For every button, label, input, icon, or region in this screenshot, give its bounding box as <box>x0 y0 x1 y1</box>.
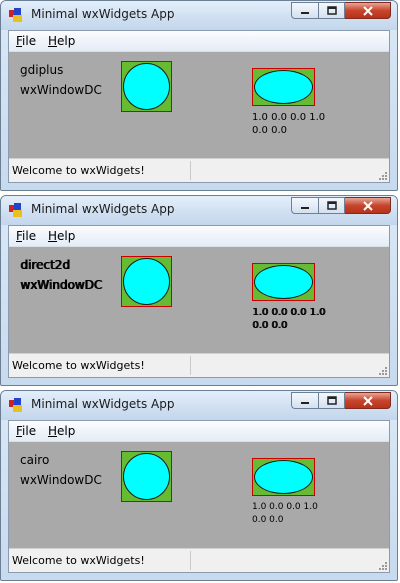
maximize-icon <box>326 395 337 405</box>
menu-bar: File Help <box>9 226 389 247</box>
size-grip-icon[interactable] <box>379 172 387 180</box>
minimize-icon <box>301 11 309 14</box>
minimize-button[interactable] <box>291 2 318 19</box>
circle-shape <box>121 451 172 502</box>
close-icon <box>362 395 373 406</box>
matrix-line-1: 1.0 0.0 0.0 1.0 <box>252 112 326 123</box>
renderer-label: direct2d <box>20 258 70 272</box>
circle-fill <box>123 63 170 110</box>
dc-type-label: wxWindowDC <box>20 473 102 487</box>
minimize-button[interactable] <box>291 392 318 409</box>
close-button[interactable] <box>345 2 391 19</box>
drawing-canvas: gdiplus wxWindowDC 1.0 0.0 0.0 1.0 0.0 0… <box>9 52 389 160</box>
maximize-icon <box>326 5 337 15</box>
ellipse-fill <box>254 460 313 494</box>
menu-help-accel: H <box>48 34 58 48</box>
status-bar: Welcome to wxWidgets! <box>9 353 389 377</box>
renderer-label: gdiplus <box>20 63 64 77</box>
app-window-direct2d: Minimal wxWidgets App File Help direct2d… <box>0 195 398 386</box>
ellipse-fill <box>254 265 313 299</box>
title-bar[interactable]: Minimal wxWidgets App <box>1 196 397 225</box>
transform-matrix-text: 1.0 0.0 0.0 1.0 0.0 0.0 <box>252 501 352 527</box>
window-title: Minimal wxWidgets App <box>31 7 175 21</box>
ellipse-shape <box>252 458 315 496</box>
client-area: File Help gdiplus wxWindowDC 1.0 0.0 0.0… <box>8 30 390 183</box>
ellipse-fill <box>254 70 313 104</box>
menu-help-label: elp <box>57 34 76 48</box>
drawing-canvas: direct2d wxWindowDC 1.0 0.0 0.0 1.0 0.0 … <box>9 247 389 355</box>
ellipse-shape <box>252 263 315 301</box>
status-text: Welcome to wxWidgets! <box>12 359 145 372</box>
app-icon <box>9 398 22 412</box>
menu-bar: File Help <box>9 31 389 52</box>
app-icon <box>9 203 22 217</box>
menu-help-accel: H <box>48 424 58 438</box>
status-bar: Welcome to wxWidgets! <box>9 158 389 182</box>
minimize-button[interactable] <box>291 197 318 214</box>
transform-matrix-text: 1.0 0.0 0.0 1.0 0.0 0.0 <box>252 111 352 137</box>
circle-shape <box>121 256 172 307</box>
title-bar[interactable]: Minimal wxWidgets App <box>1 1 397 30</box>
menu-help[interactable]: Help <box>48 34 75 48</box>
menu-help[interactable]: Help <box>48 424 75 438</box>
status-separator <box>190 356 191 375</box>
ellipse-shape <box>252 68 315 106</box>
client-area: File Help cairo wxWindowDC 1.0 0.0 0.0 1… <box>8 420 390 573</box>
maximize-button[interactable] <box>318 2 345 19</box>
menu-file[interactable]: File <box>16 229 36 243</box>
matrix-line-1: 1.0 0.0 0.0 1.0 <box>252 502 318 512</box>
menu-help-label: elp <box>57 229 76 243</box>
menu-file-label: ile <box>22 34 37 48</box>
matrix-line-2: 0.0 0.0 <box>252 320 287 331</box>
circle-fill <box>123 453 170 500</box>
close-button[interactable] <box>345 197 391 214</box>
menu-help-accel: H <box>48 229 58 243</box>
maximize-button[interactable] <box>318 197 345 214</box>
renderer-label: cairo <box>20 453 50 467</box>
matrix-line-1: 1.0 0.0 0.0 1.0 <box>252 307 326 318</box>
minimize-icon <box>301 401 309 404</box>
menu-file-label: ile <box>22 424 37 438</box>
title-bar[interactable]: Minimal wxWidgets App <box>1 391 397 420</box>
client-area: File Help direct2d wxWindowDC 1.0 0.0 0.… <box>8 225 390 378</box>
status-separator <box>190 551 191 570</box>
close-icon <box>362 5 373 16</box>
menu-file-label: ile <box>22 229 37 243</box>
minimize-icon <box>301 206 309 209</box>
size-grip-icon[interactable] <box>379 562 387 570</box>
status-bar: Welcome to wxWidgets! <box>9 548 389 572</box>
circle-shape <box>121 61 172 112</box>
app-window-cairo: Minimal wxWidgets App File Help cairo wx… <box>0 390 398 581</box>
dc-type-label: wxWindowDC <box>20 83 102 97</box>
menu-help[interactable]: Help <box>48 229 75 243</box>
close-icon <box>362 200 373 211</box>
transform-matrix-text: 1.0 0.0 0.0 1.0 0.0 0.0 <box>252 306 352 332</box>
menu-file[interactable]: File <box>16 34 36 48</box>
window-title: Minimal wxWidgets App <box>31 202 175 216</box>
drawing-canvas: cairo wxWindowDC 1.0 0.0 0.0 1.0 0.0 0.0 <box>9 442 389 550</box>
circle-fill <box>123 258 170 305</box>
status-text: Welcome to wxWidgets! <box>12 164 145 177</box>
app-window-gdiplus: Minimal wxWidgets App File Help gdiplus … <box>0 0 398 191</box>
dc-type-label: wxWindowDC <box>20 278 102 292</box>
status-text: Welcome to wxWidgets! <box>12 554 145 567</box>
close-button[interactable] <box>345 392 391 409</box>
menu-file[interactable]: File <box>16 424 36 438</box>
menu-bar: File Help <box>9 421 389 442</box>
size-grip-icon[interactable] <box>379 367 387 375</box>
menu-help-label: elp <box>57 424 76 438</box>
status-separator <box>190 161 191 180</box>
maximize-icon <box>326 200 337 210</box>
app-icon <box>9 8 22 22</box>
matrix-line-2: 0.0 0.0 <box>252 125 287 136</box>
matrix-line-2: 0.0 0.0 <box>252 515 284 525</box>
maximize-button[interactable] <box>318 392 345 409</box>
window-title: Minimal wxWidgets App <box>31 397 175 411</box>
